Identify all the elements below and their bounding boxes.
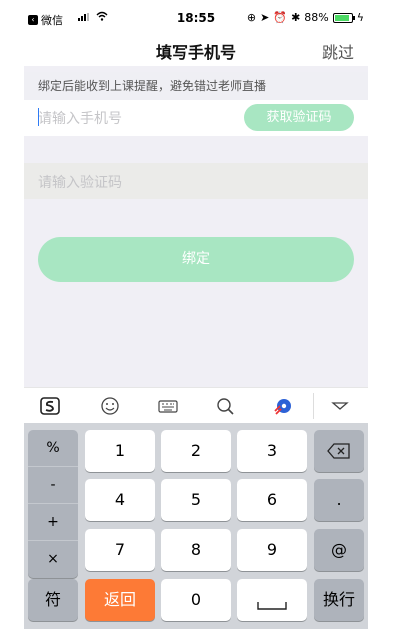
number-keyboard: % - + × 1 2 3 4 5 6 . 7 8 9 @ 符 返回 0 换行 xyxy=(24,423,368,629)
space-key[interactable] xyxy=(237,579,307,621)
key-dot[interactable]: . xyxy=(314,479,364,521)
key-1[interactable]: 1 xyxy=(85,430,155,472)
key-at[interactable]: @ xyxy=(314,529,364,571)
key-multiply[interactable]: × xyxy=(28,541,78,578)
key-9[interactable]: 9 xyxy=(237,529,307,571)
symbol-key[interactable]: 符 xyxy=(28,579,78,621)
code-row: 请输入验证码 xyxy=(24,163,368,199)
key-7[interactable]: 7 xyxy=(85,529,155,571)
phone-row: 请输入手机号 获取验证码 xyxy=(24,100,368,136)
delete-key[interactable] xyxy=(314,430,364,472)
key-percent[interactable]: % xyxy=(28,430,78,467)
bluetooth-icon: ✱ xyxy=(291,11,301,24)
page-title: 填写手机号 xyxy=(155,43,236,62)
battery-percent: 88% xyxy=(304,11,329,24)
alarm-icon: ⏰ xyxy=(273,11,288,24)
space-icon xyxy=(257,602,287,610)
return-key[interactable]: 返回 xyxy=(85,579,155,621)
phone-input[interactable]: 请输入手机号 xyxy=(38,108,122,128)
key-2[interactable]: 2 xyxy=(161,430,231,472)
keyboard-toolbar xyxy=(24,387,368,423)
sogou-logo-icon[interactable] xyxy=(40,396,60,416)
symbol-column: % - + × xyxy=(28,430,78,578)
collapse-icon[interactable] xyxy=(330,396,350,416)
key-5[interactable]: 5 xyxy=(161,479,231,521)
key-3[interactable]: 3 xyxy=(237,430,307,472)
key-6[interactable]: 6 xyxy=(237,479,307,521)
text-cursor xyxy=(38,108,39,126)
key-plus[interactable]: + xyxy=(28,504,78,541)
code-input[interactable]: 请输入验证码 xyxy=(38,172,122,192)
app-screen: ‹ 微信 18:55 ⊕ ➤ ⏰ ✱ 88% ϟ 填写手机号 跳过 绑定后能收到… xyxy=(24,0,368,629)
emoji-icon[interactable] xyxy=(100,396,120,416)
key-4[interactable]: 4 xyxy=(85,479,155,521)
charging-icon: ϟ xyxy=(356,11,364,24)
bind-hint: 绑定后能收到上课提醒，避免错过老师直播 xyxy=(24,72,368,100)
key-minus[interactable]: - xyxy=(28,467,78,504)
lock-rotation-icon: ⊕ xyxy=(246,11,257,24)
enter-key[interactable]: 换行 xyxy=(314,579,364,621)
backspace-icon xyxy=(327,443,350,459)
location-icon: ➤ xyxy=(260,11,270,24)
keyboard-icon[interactable] xyxy=(158,396,178,416)
battery-icon xyxy=(332,12,355,23)
skip-button[interactable]: 跳过 xyxy=(322,39,354,63)
get-code-button[interactable]: 获取验证码 xyxy=(244,104,354,131)
status-bar: ‹ 微信 18:55 ⊕ ➤ ⏰ ✱ 88% ϟ xyxy=(24,0,368,34)
search-icon[interactable] xyxy=(215,396,235,416)
key-0[interactable]: 0 xyxy=(161,579,231,621)
bind-button[interactable]: 绑定 xyxy=(38,237,354,282)
key-8[interactable]: 8 xyxy=(161,529,231,571)
nav-bar: 填写手机号 跳过 xyxy=(24,34,368,66)
game-icon[interactable] xyxy=(273,396,293,416)
toolbar-divider xyxy=(313,393,314,419)
